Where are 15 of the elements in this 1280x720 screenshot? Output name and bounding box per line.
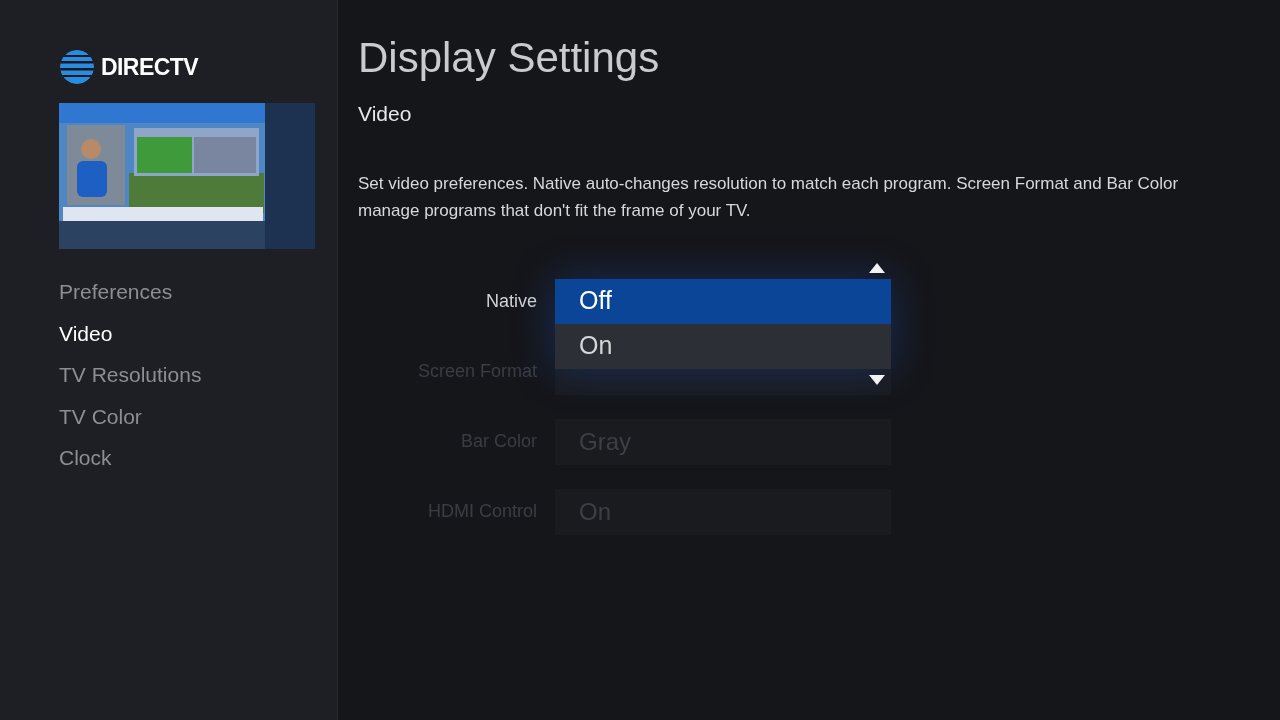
- dropdown-option[interactable]: Off: [555, 278, 891, 324]
- logo-text: DIRECTV: [101, 52, 198, 82]
- dropdown-option[interactable]: On: [555, 323, 891, 369]
- page-title: Display Settings: [358, 33, 660, 83]
- globe-logo-icon: [59, 49, 95, 85]
- section-title: Video: [358, 101, 412, 127]
- menu-item[interactable]: Preferences: [59, 271, 173, 313]
- menu-item[interactable]: TV Color: [59, 395, 142, 437]
- menu-item[interactable]: TV Resolutions: [59, 354, 202, 396]
- setting-label: Native: [484, 290, 537, 313]
- menu-item[interactable]: Clock: [59, 437, 112, 479]
- up-arrow-icon: [869, 262, 885, 273]
- down-arrow-icon: [869, 374, 885, 385]
- description: Set video preferences. Native auto-changes resolution to match each program. Screen Format and Bar Color manage programs that don't fit the frame of your TV.: [358, 172, 1180, 222]
- menu-item[interactable]: Video: [59, 312, 113, 354]
